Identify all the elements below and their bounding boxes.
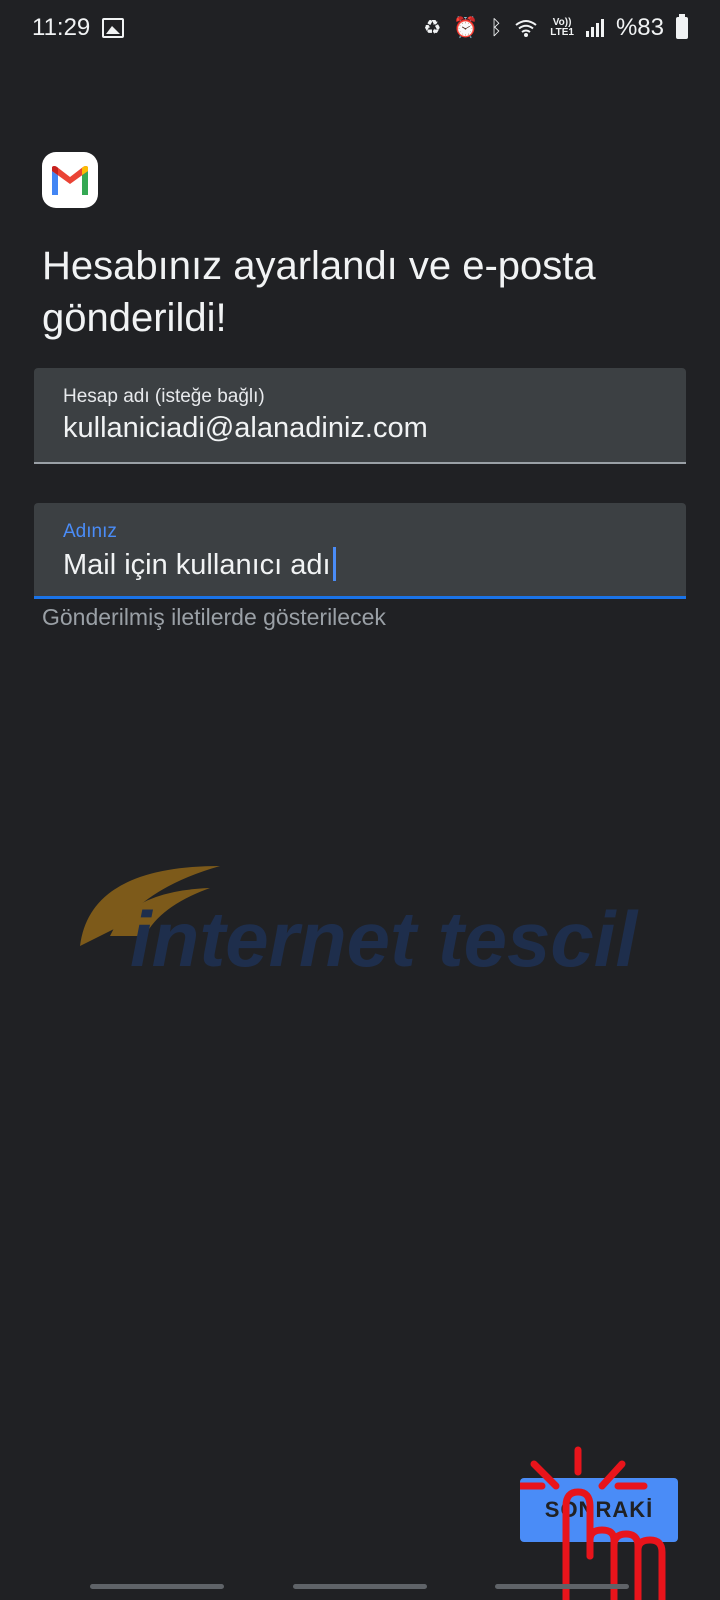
gmail-logo	[42, 152, 98, 208]
battery-saver-icon: ♻	[423, 17, 442, 39]
nav-back-handle[interactable]	[495, 1584, 629, 1589]
text-cursor	[332, 547, 336, 581]
system-nav-bar	[0, 1578, 720, 1600]
nav-recents-handle[interactable]	[90, 1584, 224, 1589]
watermark-text: internet tescil	[130, 895, 638, 983]
battery-percent: %83	[615, 14, 664, 41]
alarm-icon: ⏰	[453, 17, 479, 39]
your-name-input[interactable]: Mail için kullanıcı adı	[63, 549, 331, 581]
your-name-helper-text: Gönderilmiş iletilerde gösterilecek	[42, 604, 386, 630]
account-name-label: Hesap adı (isteğe bağlı)	[63, 386, 265, 407]
battery-icon	[676, 14, 688, 39]
status-right: ♻ ⏰ ᛒ Vo)) LTE1 %83	[423, 14, 688, 42]
gmail-m-icon	[52, 166, 88, 195]
volte-icon: Vo)) LTE1	[550, 18, 574, 38]
your-name-label: Adınız	[63, 521, 117, 542]
status-left: 11:29	[32, 14, 125, 42]
next-button[interactable]: SONRAKİ	[520, 1478, 678, 1542]
status-bar: 11:29 ♻ ⏰ ᛒ Vo)) LTE1 %83	[0, 0, 720, 56]
your-name-input-wrap[interactable]: Mail için kullanıcı adı	[63, 547, 336, 582]
account-name-field[interactable]: Hesap adı (isteğe bağlı) kullaniciadi@al…	[34, 368, 686, 464]
account-name-input[interactable]: kullaniciadi@alanadiniz.com	[63, 412, 428, 445]
page-title: Hesabınız ayarlandı ve e-posta gönderild…	[42, 244, 596, 340]
gallery-icon	[102, 18, 125, 38]
nav-home-handle[interactable]	[293, 1584, 427, 1589]
lte-label: LTE1	[550, 27, 574, 38]
bluetooth-icon: ᛒ	[490, 17, 503, 39]
your-name-field[interactable]: Adınız Mail için kullanıcı adı	[34, 503, 686, 599]
status-time: 11:29	[32, 14, 91, 41]
watermark-logo: internet tescil	[80, 866, 638, 983]
signal-icon	[585, 19, 604, 37]
wifi-icon	[515, 20, 537, 37]
